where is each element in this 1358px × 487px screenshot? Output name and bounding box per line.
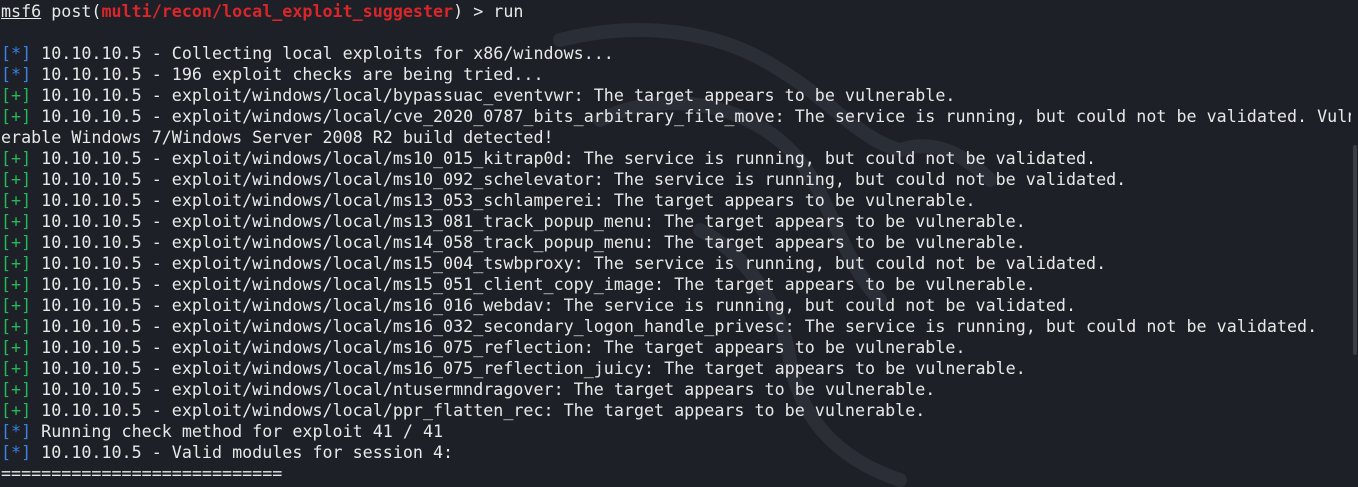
prompt-module: multi/recon/local_exploit_suggester (101, 1, 454, 21)
output-line: [+] 10.10.10.5 - exploit/windows/local/n… (1, 379, 1351, 400)
output-line: [*] Running check method for exploit 41 … (1, 421, 1351, 442)
output-line: [+] 10.10.10.5 - exploit/windows/local/m… (1, 358, 1351, 379)
output-text: 10.10.10.5 - exploit/windows/local/cve_2… (31, 106, 1351, 126)
output-line: [*] 10.10.10.5 - 196 exploit checks are … (1, 64, 1351, 85)
output-line: [+] 10.10.10.5 - exploit/windows/local/m… (1, 211, 1351, 232)
output-text: 10.10.10.5 - Collecting local exploits f… (31, 43, 614, 63)
success-tag: [+] (1, 190, 32, 210)
success-tag: [+] (1, 400, 32, 420)
output-line: erable Windows 7/Windows Server 2008 R2 … (1, 127, 1351, 148)
output-lines: [*] 10.10.10.5 - Collecting local exploi… (1, 43, 1351, 463)
scrollbar-thumb[interactable] (1353, 145, 1357, 355)
output-text: 10.10.10.5 - exploit/windows/local/ms16_… (31, 316, 1318, 336)
output-line: [+] 10.10.10.5 - exploit/windows/local/c… (1, 106, 1351, 127)
output-line: [+] 10.10.10.5 - exploit/windows/local/m… (1, 295, 1351, 316)
info-tag: [*] (1, 64, 32, 84)
output-line: [+] 10.10.10.5 - exploit/windows/local/m… (1, 316, 1351, 337)
output-line: [+] 10.10.10.5 - exploit/windows/local/m… (1, 169, 1351, 190)
output-text: 10.10.10.5 - exploit/windows/local/ms16_… (31, 358, 1026, 378)
output-line: [+] 10.10.10.5 - exploit/windows/local/m… (1, 253, 1351, 274)
success-tag: [+] (1, 211, 32, 231)
output-line: [+] 10.10.10.5 - exploit/windows/local/m… (1, 190, 1351, 211)
terminal-output: msf6 post(multi/recon/local_exploit_sugg… (1, 1, 1351, 484)
output-text: 10.10.10.5 - exploit/windows/local/ms10_… (31, 148, 1097, 168)
success-tag: [+] (1, 148, 32, 168)
output-line: [+] 10.10.10.5 - exploit/windows/local/m… (1, 232, 1351, 253)
prompt-name: msf6 (1, 1, 42, 21)
success-tag: [+] (1, 379, 32, 399)
command-prompt-line[interactable]: msf6 post(multi/recon/local_exploit_sugg… (1, 1, 1351, 22)
output-text: 10.10.10.5 - exploit/windows/local/ms15_… (31, 253, 1107, 273)
output-line: [+] 10.10.10.5 - exploit/windows/local/p… (1, 400, 1351, 421)
output-text: 10.10.10.5 - exploit/windows/local/ntuse… (31, 379, 936, 399)
output-line: [+] 10.10.10.5 - exploit/windows/local/m… (1, 337, 1351, 358)
output-text: 10.10.10.5 - exploit/windows/local/ms13_… (31, 190, 976, 210)
success-tag: [+] (1, 295, 32, 315)
output-text: 10.10.10.5 - exploit/windows/local/ms15_… (31, 274, 1036, 294)
output-text: 10.10.10.5 - exploit/windows/local/ms16_… (31, 337, 966, 357)
output-line: [+] 10.10.10.5 - exploit/windows/local/b… (1, 85, 1351, 106)
success-tag: [+] (1, 337, 32, 357)
terminal-window[interactable]: msf6 post(multi/recon/local_exploit_sugg… (0, 0, 1358, 487)
output-text: Running check method for exploit 41 / 41 (31, 421, 444, 441)
success-tag: [+] (1, 232, 32, 252)
output-text: 10.10.10.5 - exploit/windows/local/ms13_… (31, 211, 1026, 231)
output-text: 10.10.10.5 - Valid modules for session 4… (31, 442, 454, 462)
output-text: 10.10.10.5 - exploit/windows/local/ms14_… (31, 232, 1026, 252)
prompt-command: post (51, 1, 92, 21)
output-text: 10.10.10.5 - exploit/windows/local/ms10_… (31, 169, 1127, 189)
success-tag: [+] (1, 106, 32, 126)
prompt-suffix: ) > run (453, 1, 524, 21)
output-line: [+] 10.10.10.5 - exploit/windows/local/m… (1, 274, 1351, 295)
output-text: 10.10.10.5 - exploit/windows/local/ppr_f… (31, 400, 926, 420)
success-tag: [+] (1, 274, 32, 294)
output-text: erable Windows 7/Windows Server 2008 R2 … (1, 127, 554, 147)
separator-line: ============================ (1, 463, 283, 483)
success-tag: [+] (1, 253, 32, 273)
output-text: 10.10.10.5 - exploit/windows/local/bypas… (31, 85, 956, 105)
output-line: [*] 10.10.10.5 - Collecting local exploi… (1, 43, 1351, 64)
success-tag: [+] (1, 316, 32, 336)
output-line: [*] 10.10.10.5 - Valid modules for sessi… (1, 442, 1351, 463)
success-tag: [+] (1, 169, 32, 189)
info-tag: [*] (1, 421, 32, 441)
success-tag: [+] (1, 358, 32, 378)
info-tag: [*] (1, 43, 32, 63)
success-tag: [+] (1, 85, 32, 105)
output-line: [+] 10.10.10.5 - exploit/windows/local/m… (1, 148, 1351, 169)
info-tag: [*] (1, 442, 32, 462)
output-text: 10.10.10.5 - 196 exploit checks are bein… (31, 64, 544, 84)
output-text: 10.10.10.5 - exploit/windows/local/ms16_… (31, 295, 1076, 315)
